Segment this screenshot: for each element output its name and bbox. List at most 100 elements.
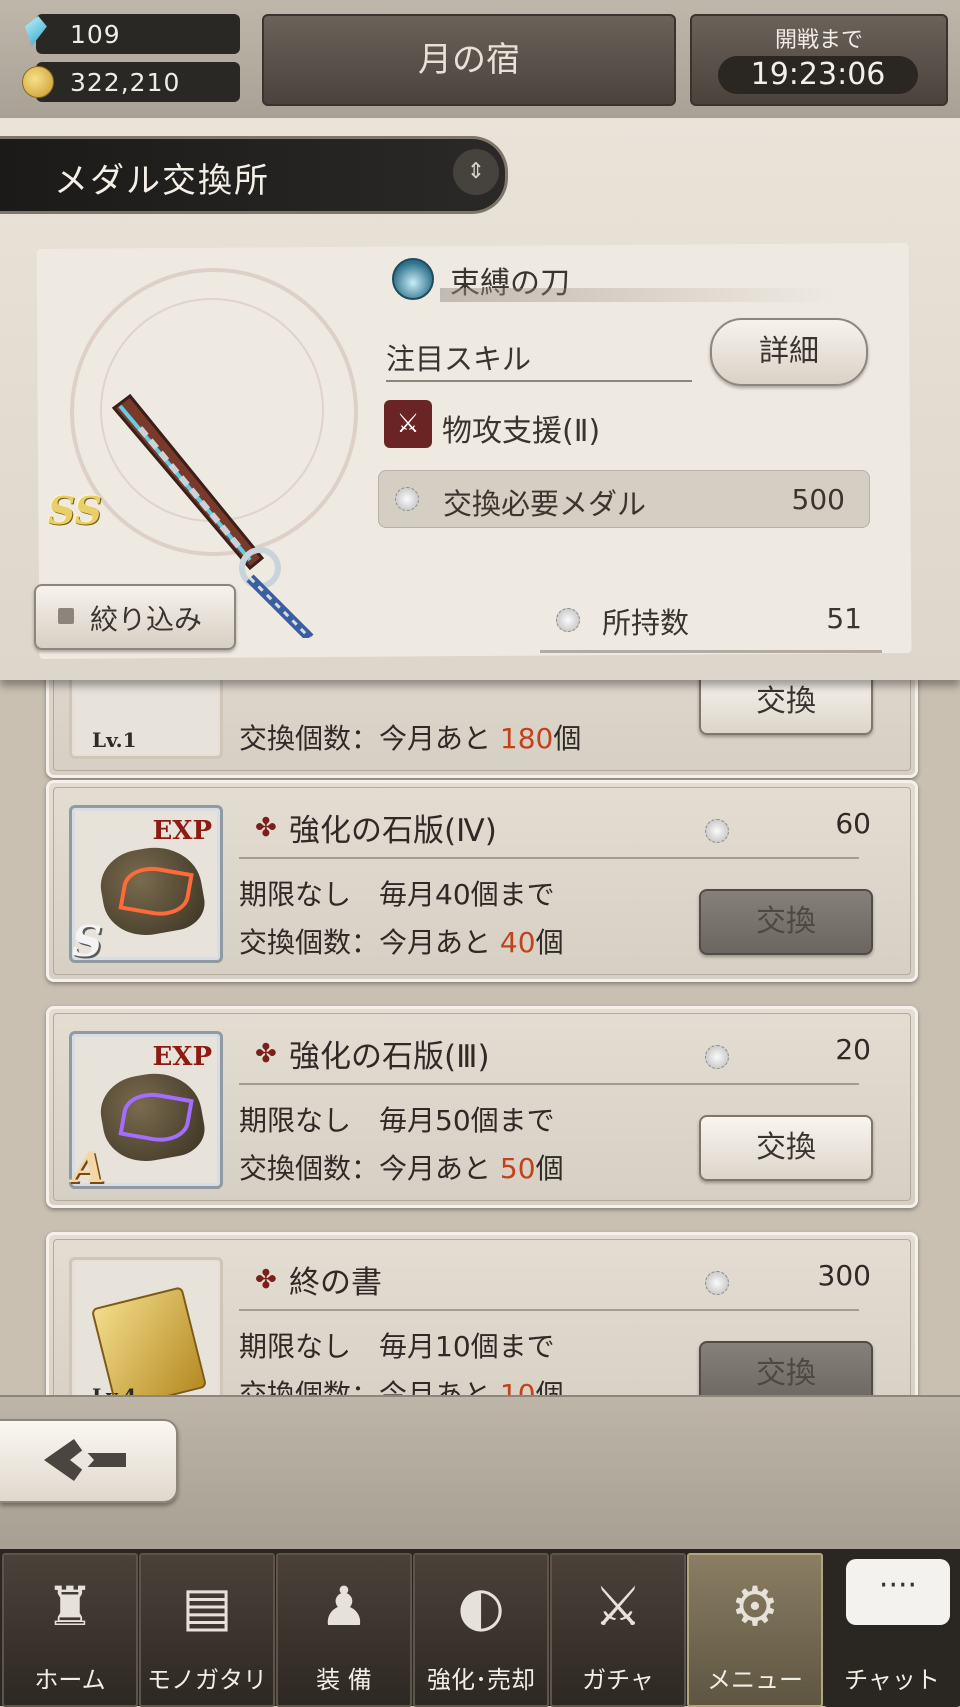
nav-label: 強化･売却 <box>427 1666 535 1694</box>
skill-name: 物攻支援(Ⅱ) <box>442 414 601 449</box>
nav-home[interactable]: ♜ ホーム <box>2 1553 138 1707</box>
divider <box>239 857 859 859</box>
nav-label: ガチャ <box>582 1666 654 1694</box>
item-count: 交換個数：今月あと 180個 <box>239 722 582 755</box>
crystal-icon <box>21 16 49 46</box>
cross-icon: ✤ <box>255 1039 277 1069</box>
puppet-icon: ♟ <box>319 1575 369 1638</box>
top-bar: 109 322,210 月の宿 開戦まで 19:23:06 <box>0 0 960 120</box>
chat-bubble-icon: ···· <box>846 1559 950 1625</box>
page-title: メダル交換所 ⇕ <box>0 136 508 214</box>
required-medals: 交換必要メダル 500 <box>378 470 870 528</box>
medal-icon <box>556 608 580 632</box>
medal-icon <box>705 1271 729 1295</box>
divider <box>239 1083 859 1085</box>
item-name: 終の書 <box>289 1265 382 1301</box>
location-title[interactable]: 月の宿 <box>262 14 676 106</box>
nav-enhance-sell[interactable]: ◐ 強化･売却 <box>413 1553 549 1707</box>
divider <box>239 1309 859 1311</box>
nav-equipment[interactable]: ♟ 装 備 <box>276 1553 412 1707</box>
back-arrow-icon <box>44 1439 126 1481</box>
medal-icon <box>705 819 729 843</box>
item-cost: 20 <box>835 1033 871 1066</box>
filter-button[interactable]: 絞り込み <box>34 584 236 650</box>
nav-label: メニュー <box>707 1666 803 1694</box>
item-name: 強化の石版(Ⅳ) <box>289 813 497 849</box>
nav-story[interactable]: ▤ モノガタリ <box>139 1553 275 1707</box>
page-title-text: メダル交換所 <box>54 161 270 201</box>
rank-badge: SS <box>48 488 103 533</box>
coin-counter: 322,210 <box>22 62 240 102</box>
medal-icon <box>395 487 419 511</box>
nav-chat[interactable]: ···· チャット <box>824 1553 960 1707</box>
item-thumbnail[interactable]: EXP A <box>69 1031 223 1192</box>
list-item: Lv.1 交換個数：今月あと 180個 交換 <box>46 680 918 778</box>
item-name: 強化の石版(Ⅲ) <box>289 1039 490 1075</box>
item-level: Lv.4 <box>92 1384 137 1395</box>
featured-skill-label: 注目スキル <box>386 342 532 376</box>
exp-badge: EXP <box>152 816 212 846</box>
list-item: EXP A ✤ 強化の石版(Ⅲ) 20 期限なし 毎月50個まで 交換個数：今月… <box>46 1006 918 1208</box>
nav-label: ホーム <box>34 1666 106 1694</box>
golden-book-icon <box>90 1286 208 1395</box>
item-limit: 期限なし 毎月40個まで <box>239 878 555 911</box>
list-item: Lv.4 ✤ 終の書 300 期限なし 毎月10個まで 交換個数：今月あと 10… <box>46 1232 918 1395</box>
crossed-swords-icon: ⚔ <box>593 1575 643 1638</box>
nav-menu[interactable]: ⚙ メニュー <box>687 1553 823 1707</box>
checkbox-icon <box>58 608 74 624</box>
detail-button[interactable]: 詳細 <box>710 318 868 386</box>
exchange-button[interactable]: 交換 <box>699 889 873 955</box>
crystal-count: 109 <box>70 20 121 49</box>
coin-icon <box>22 66 54 98</box>
sort-toggle-icon[interactable]: ⇕ <box>453 149 499 195</box>
item-thumbnail[interactable]: Lv.1 <box>69 680 223 759</box>
list-item: EXP S ✤ 強化の石版(Ⅳ) 60 期限なし 毎月40個まで 交換個数：今月… <box>46 780 918 982</box>
divider <box>386 380 692 382</box>
battle-countdown-label: 開戦まで <box>774 28 863 53</box>
gears-icon: ⚙ <box>730 1575 780 1638</box>
battle-countdown[interactable]: 開戦まで 19:23:06 <box>690 14 948 106</box>
medal-icon <box>705 1045 729 1069</box>
back-button[interactable] <box>0 1419 178 1503</box>
cross-icon: ✤ <box>255 813 277 843</box>
item-thumbnail[interactable]: EXP S <box>69 805 223 966</box>
book-icon: ▤ <box>181 1575 233 1638</box>
attack-support-skill-icon: ⚔ <box>384 400 432 448</box>
owned-label: 所持数 <box>602 606 690 640</box>
back-bar <box>0 1395 960 1551</box>
crystal-counter: 109 <box>36 14 240 54</box>
castle-icon: ♜ <box>45 1575 95 1638</box>
owned-medals: 所持数 51 <box>540 594 882 653</box>
rank-letter: A <box>72 1143 105 1192</box>
stone-tablet-icon <box>95 839 209 943</box>
item-limit: 期限なし 毎月50個まで <box>239 1104 555 1137</box>
exchange-button[interactable]: 交換 <box>699 1115 873 1181</box>
cross-icon: ✤ <box>255 1265 277 1295</box>
stone-tablet-icon <box>95 1065 209 1169</box>
required-medals-label: 交換必要メダル <box>443 487 647 521</box>
mask-icon: ◐ <box>457 1575 505 1638</box>
bottom-nav: ♜ ホーム ▤ モノガタリ ♟ 装 備 ◐ 強化･売却 ⚔ ガチャ ⚙ メニュー… <box>0 1549 960 1707</box>
nav-label: モノガタリ <box>147 1666 267 1694</box>
nav-label: 装 備 <box>316 1666 372 1694</box>
item-count: 交換個数：今月あと 10個 <box>239 1378 564 1395</box>
item-count: 交換個数：今月あと 50個 <box>239 1152 564 1185</box>
battle-countdown-timer: 19:23:06 <box>718 56 918 94</box>
coin-count: 322,210 <box>70 68 181 97</box>
filter-label: 絞り込み <box>90 603 203 636</box>
nav-label: チャット <box>844 1666 940 1694</box>
item-level: Lv.1 <box>92 728 137 752</box>
nav-gacha[interactable]: ⚔ ガチャ <box>550 1553 686 1707</box>
item-cost: 300 <box>817 1259 871 1292</box>
required-medals-value: 500 <box>791 483 845 516</box>
item-thumbnail[interactable]: Lv.4 <box>69 1257 223 1395</box>
exchange-button[interactable]: 交換 <box>699 1341 873 1395</box>
item-count: 交換個数：今月あと 40個 <box>239 926 564 959</box>
owned-value: 51 <box>826 602 862 635</box>
exchange-list[interactable]: Lv.1 交換個数：今月あと 180個 交換 EXP S ✤ 強化の石版(Ⅳ) … <box>0 680 960 1395</box>
exchange-button[interactable]: 交換 <box>699 680 873 735</box>
item-cost: 60 <box>835 807 871 840</box>
water-element-icon <box>392 258 434 300</box>
featured-panel: メダル交換所 ⇕ SS 束縛の刀 注目スキル 詳細 ⚔ 物攻支援(Ⅱ) 交換必要… <box>0 118 960 680</box>
exp-badge: EXP <box>152 1042 212 1072</box>
